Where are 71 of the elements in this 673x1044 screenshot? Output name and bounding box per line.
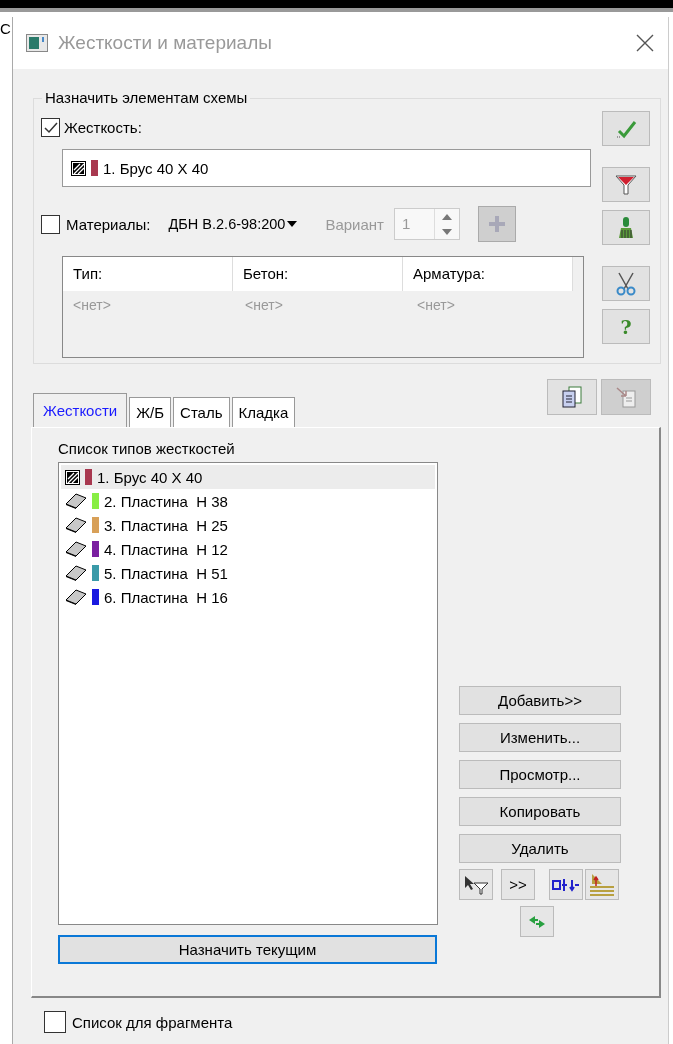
tab[interactable]: Ж/Б — [129, 397, 172, 427]
filter-button[interactable] — [602, 167, 650, 202]
tab[interactable]: Жесткости — [33, 393, 128, 427]
item-text: 2. Пластина H 38 — [104, 492, 228, 510]
align-icon — [552, 877, 580, 892]
variant-label: Вариант — [325, 215, 384, 233]
brush-icon — [616, 215, 636, 240]
plate-icon — [65, 493, 87, 509]
hatched-square-icon — [71, 160, 86, 176]
column-header: Тип: — [63, 257, 233, 291]
action-button[interactable]: Копировать — [459, 797, 621, 826]
list-title: Список типов жесткостей — [58, 440, 236, 457]
scissors-button[interactable] — [602, 266, 650, 301]
window-title: Жесткости и материалы — [58, 32, 273, 54]
item-text: 6. Пластина H 16 — [104, 588, 228, 606]
background-letter: С — [0, 21, 11, 36]
fragment-label: Список для фрагмента — [72, 1013, 233, 1031]
item-text: 1. Брус 40 X 40 — [97, 468, 203, 486]
list-item[interactable]: 4. Пластина H 12 — [61, 537, 435, 561]
spin-down-icon[interactable] — [441, 228, 452, 235]
stiffness-label: Жесткость: — [64, 119, 142, 136]
steps-icon — [588, 871, 616, 898]
plate-icon — [65, 565, 87, 581]
cursor-filter-button[interactable] — [459, 869, 493, 900]
hatched-square-icon — [65, 469, 80, 485]
check-button[interactable] — [602, 111, 650, 146]
list-item[interactable]: 1. Брус 40 X 40 — [61, 465, 435, 489]
action-button[interactable]: Добавить>> — [459, 686, 621, 715]
document-arrow-icon — [614, 385, 638, 409]
action-button[interactable]: Изменить... — [459, 723, 621, 752]
plate-icon — [65, 541, 87, 557]
tab[interactable]: Кладка — [231, 397, 296, 427]
scissors-icon — [615, 271, 637, 296]
table-cell-text: <нет> — [72, 296, 112, 313]
assign-current-button[interactable]: Назначить текущим — [58, 935, 437, 964]
plate-icon — [65, 589, 87, 605]
table-cell-text: <нет> — [416, 296, 456, 313]
window-icon — [26, 34, 48, 52]
column-header: Бетон: — [233, 257, 403, 291]
brush-button[interactable] — [602, 210, 650, 245]
item-text: 4. Пластина H 12 — [104, 540, 228, 558]
stiffness-checkbox[interactable] — [41, 118, 60, 137]
plate-icon — [65, 517, 87, 533]
list-item[interactable]: 6. Пластина H 16 — [61, 585, 435, 609]
stiffness-field[interactable]: 1. Брус 40 X 40 — [62, 149, 591, 187]
next-button[interactable]: >> — [501, 869, 535, 900]
item-text: 5. Пластина H 51 — [104, 564, 228, 582]
list-item[interactable]: 3. Пластина H 25 — [61, 513, 435, 537]
plus-icon — [486, 214, 507, 234]
swap-arrows-button[interactable] — [520, 906, 554, 937]
documents-button[interactable] — [547, 379, 597, 415]
table-cell-text: <нет> — [244, 296, 284, 313]
column-header: Арматура: — [403, 257, 573, 291]
align-button[interactable] — [549, 869, 583, 900]
tab[interactable]: Сталь — [173, 397, 230, 427]
close-icon[interactable] — [636, 34, 654, 52]
dropdown-arrow-icon — [287, 221, 298, 227]
item-text: 3. Пластина H 25 — [104, 516, 228, 534]
spin-up-icon[interactable] — [441, 213, 452, 220]
item-text: 1. Брус 40 X 40 — [103, 159, 209, 177]
action-button[interactable]: Удалить — [459, 834, 621, 863]
documents-icon — [560, 385, 584, 409]
steps-button[interactable] — [585, 869, 619, 900]
list-item[interactable]: 5. Пластина H 51 — [61, 561, 435, 585]
cursor-filter-icon — [463, 874, 489, 895]
filter-icon — [615, 173, 637, 196]
action-button[interactable]: Просмотр... — [459, 760, 621, 789]
fragment-checkbox[interactable] — [44, 1011, 66, 1033]
check-icon — [615, 118, 637, 139]
list-item[interactable]: 2. Пластина H 38 — [61, 489, 435, 513]
materials-label: Материалы: — [66, 215, 151, 233]
